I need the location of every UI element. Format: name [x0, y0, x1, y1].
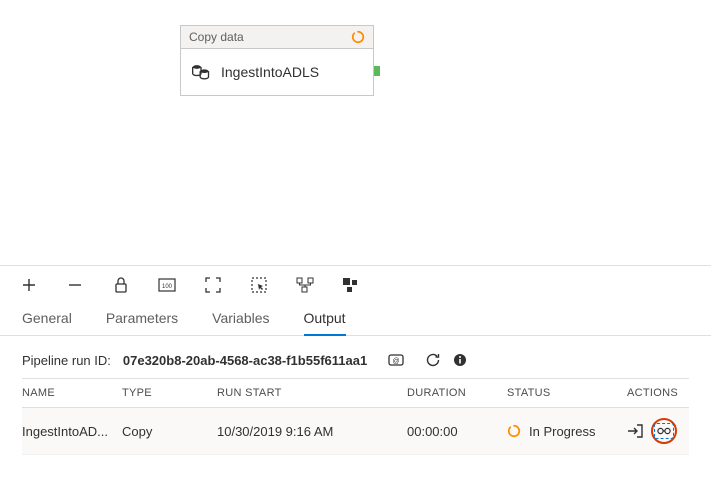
zoom-out-button[interactable] [66, 276, 84, 294]
col-name[interactable]: NAME [22, 387, 122, 399]
minimap-button[interactable] [342, 276, 360, 294]
run-id-value: 07e320b8-20ab-4568-ac38-f1b55f611aa1 [123, 353, 367, 368]
lock-button[interactable] [112, 276, 130, 294]
zoom-in-button[interactable] [20, 276, 38, 294]
status-text: In Progress [529, 424, 595, 439]
cell-actions [627, 418, 702, 444]
col-status[interactable]: STATUS [507, 387, 627, 399]
designer-canvas[interactable]: Copy data IngestIntoADLS [0, 0, 711, 265]
zoom-reset-button[interactable]: 100 [158, 276, 176, 294]
canvas-toolbar: 100 [0, 265, 711, 300]
col-duration[interactable]: DURATION [407, 387, 507, 399]
table-header: NAME TYPE RUN START DURATION STATUS ACTI… [22, 378, 689, 408]
cell-duration: 00:00:00 [407, 424, 507, 439]
table-row[interactable]: IngestIntoAD... Copy 10/30/2019 9:16 AM … [22, 408, 689, 455]
select-area-button[interactable] [250, 276, 268, 294]
activity-header: Copy data [181, 26, 373, 49]
success-connector[interactable] [374, 66, 380, 76]
database-copy-icon [191, 63, 211, 81]
in-progress-icon [351, 30, 365, 44]
details-action-button[interactable] [654, 423, 674, 439]
cell-type: Copy [122, 424, 217, 439]
fit-screen-button[interactable] [204, 276, 222, 294]
tab-variables[interactable]: Variables [212, 310, 269, 335]
svg-text:@: @ [393, 358, 400, 365]
tab-output[interactable]: Output [304, 310, 346, 336]
refresh-button[interactable] [425, 352, 441, 368]
input-action-button[interactable] [627, 424, 643, 438]
tab-parameters[interactable]: Parameters [106, 310, 178, 335]
activity-name: IngestIntoADLS [221, 64, 319, 80]
activity-body: IngestIntoADLS [181, 49, 373, 95]
tab-general[interactable]: General [22, 310, 72, 335]
in-progress-icon [507, 424, 521, 438]
svg-text:100: 100 [162, 284, 173, 290]
output-table: NAME TYPE RUN START DURATION STATUS ACTI… [0, 378, 711, 465]
cell-name: IngestIntoAD... [22, 424, 122, 439]
col-run-start[interactable]: RUN START [217, 387, 407, 399]
details-action-highlight [651, 418, 677, 444]
auto-align-button[interactable] [296, 276, 314, 294]
cell-status: In Progress [507, 424, 627, 439]
col-type[interactable]: TYPE [122, 387, 217, 399]
copy-run-id-button[interactable]: @ [387, 353, 405, 367]
activity-node[interactable]: Copy data IngestIntoADLS [180, 25, 374, 96]
details-tabs: General Parameters Variables Output [0, 300, 711, 336]
run-id-row: Pipeline run ID: 07e320b8-20ab-4568-ac38… [0, 336, 711, 378]
info-button[interactable] [453, 353, 467, 367]
run-id-label: Pipeline run ID: [22, 353, 111, 368]
col-actions[interactable]: ACTIONS [627, 387, 702, 399]
cell-run-start: 10/30/2019 9:16 AM [217, 424, 407, 439]
activity-type-label: Copy data [189, 30, 244, 44]
